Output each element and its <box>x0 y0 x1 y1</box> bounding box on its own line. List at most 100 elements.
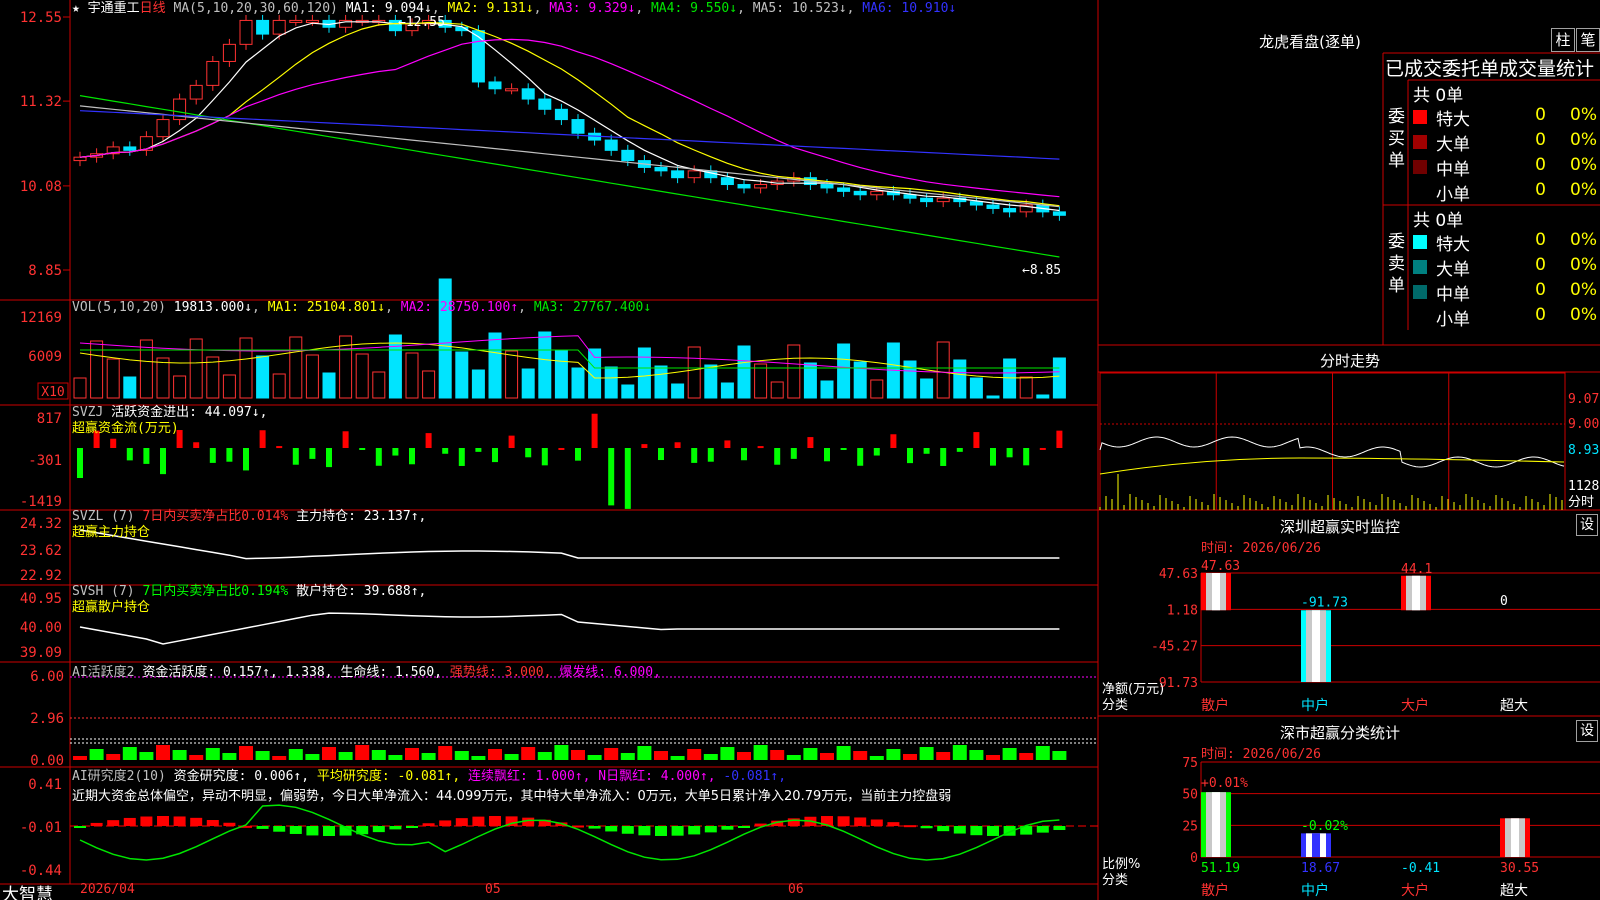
svzj-yaxis-label: -1419 <box>20 494 62 510</box>
ai2-bar <box>157 816 169 826</box>
moneyflow-bar <box>442 448 449 454</box>
volume-bar <box>737 345 751 399</box>
candle-body <box>73 156 87 162</box>
buy-row-value: 0 <box>1535 180 1546 200</box>
volume-bar <box>1019 376 1033 399</box>
candle-body <box>853 190 867 196</box>
intraday-title[interactable]: 分时走势 <box>1100 350 1600 371</box>
ai2-bar <box>472 816 485 826</box>
candle-body <box>671 170 685 179</box>
period-label[interactable]: 日线 <box>140 1 166 16</box>
classify-category-label: 大户 <box>1401 882 1429 899</box>
ai2-bar <box>987 826 999 836</box>
ai2-bar <box>904 825 916 828</box>
candle-body <box>222 43 236 62</box>
volume-bar <box>206 356 220 399</box>
monitor-category-label: 中户 <box>1301 697 1329 714</box>
moneyflow-bar <box>326 448 332 468</box>
stock-name[interactable]: 宇通重工 <box>88 1 140 16</box>
ai1-bar <box>421 753 436 760</box>
monitor-yaxis-label: 1.18 <box>1167 603 1198 618</box>
ai2-t2: 平均研究度: -0.081↑, <box>316 769 461 784</box>
tick-view-button[interactable]: 笔 <box>1576 28 1600 52</box>
price-header: ★ 宇通重工日线 MA(5,10,20,30,60,120) MA1: 9.09… <box>72 1 957 16</box>
ai1-bar <box>786 755 801 760</box>
volume-bar <box>538 331 552 399</box>
ai1-bar <box>919 747 934 760</box>
candle-body <box>272 19 286 35</box>
ai1-bar <box>222 753 237 760</box>
ai1-bar <box>537 752 552 760</box>
volume-bar <box>488 332 502 399</box>
ai1-bar <box>89 749 104 760</box>
sell-row-name: 小单 <box>1436 310 1470 330</box>
candle-body <box>969 201 983 206</box>
ai1-bar <box>620 753 635 760</box>
buy-row-percent: 0% <box>1570 155 1597 175</box>
ai1-bar <box>969 750 984 760</box>
ai2-header: AI研究度2(10) 资金研究度: 0.006↑, 平均研究度: -0.081↑… <box>72 767 951 807</box>
ai1-bar <box>156 745 170 760</box>
ai2-bar <box>306 826 319 836</box>
volume-bar <box>73 377 87 399</box>
classify-time: 时间: 2026/06/26 <box>1201 747 1321 762</box>
ma5-value: MA5: 10.523↓ <box>752 1 847 16</box>
ai1-bar <box>1002 748 1017 760</box>
background <box>0 0 1600 900</box>
moneyflow-bar <box>126 448 133 461</box>
classify-bottom-label: 30.55 <box>1500 861 1539 876</box>
volume-bar <box>953 359 967 399</box>
moneyflow-bar <box>873 448 880 456</box>
moneyflow-bar <box>1006 448 1013 458</box>
volume-bar <box>969 377 983 399</box>
ai2-bar <box>721 826 734 830</box>
main-yaxis-label: 8.85 <box>28 263 62 279</box>
monitor-category-label: 超大 <box>1500 698 1528 714</box>
vol-label: VOL(5,10,20) <box>72 300 166 315</box>
ma4-value: MA4: 9.550↓ <box>650 1 738 16</box>
monitor-category-label: 大户 <box>1401 697 1429 714</box>
sell-row-value: 0 <box>1535 305 1546 325</box>
volume-bar <box>654 365 668 399</box>
ai1-bar <box>189 755 204 760</box>
sell-color-swatch <box>1413 285 1427 299</box>
candle-body <box>156 119 170 138</box>
buy-row-3: 小单 0 0% <box>1410 180 1598 205</box>
moneyflow-bar <box>309 448 316 459</box>
ai1-bar <box>903 754 917 760</box>
moneyflow-bar <box>707 448 714 462</box>
sell-row-percent: 0% <box>1570 280 1597 300</box>
volume-bar <box>355 353 369 399</box>
moneyflow-bar <box>658 448 664 461</box>
moneyflow-bar <box>956 448 963 452</box>
ma6-value: MA6: 10.910↓ <box>862 1 957 16</box>
volume-bar <box>571 367 585 399</box>
bar-view-button[interactable]: 柱 <box>1551 28 1575 52</box>
moneyflow-bar <box>425 433 432 448</box>
candle-body <box>920 197 934 203</box>
ai2-bar <box>406 826 418 828</box>
monitor-settings-button[interactable]: 设 <box>1576 514 1598 536</box>
ai1-label: AI活跃度2 <box>72 665 135 680</box>
volume-bar <box>156 357 170 399</box>
volume-bar <box>554 349 568 399</box>
monitor-bar-label: 47.63 <box>1201 559 1240 574</box>
main-chart-area[interactable]: 12.55 11.32 10.08 8.85 ←12.55 ←8.85 12169 6009 X… <box>0 0 1600 900</box>
buy-color-swatch <box>1413 135 1427 149</box>
moneyflow-bar <box>193 442 200 448</box>
monitor-bar-label: 0 <box>1500 594 1508 609</box>
ai1-bar <box>272 756 287 760</box>
ai2-bar <box>621 826 634 834</box>
buy-row-percent: 0% <box>1570 180 1597 200</box>
candle-body <box>687 170 701 179</box>
axis-date-start: 2026/04 <box>80 882 135 897</box>
vol-unit-label: X10 <box>41 385 64 400</box>
longhu-title: 龙虎看盘(逐单) <box>1259 33 1361 51</box>
classify-settings-button[interactable]: 设 <box>1576 720 1598 742</box>
ai2-yaxis-label: 0.41 <box>28 777 62 793</box>
ai1-bar <box>720 747 735 760</box>
volume-bar <box>239 337 253 399</box>
buy-row-percent: 0% <box>1570 105 1597 125</box>
classify-top-label: -0.02% <box>1301 819 1348 834</box>
moneyflow-bar <box>774 448 781 465</box>
